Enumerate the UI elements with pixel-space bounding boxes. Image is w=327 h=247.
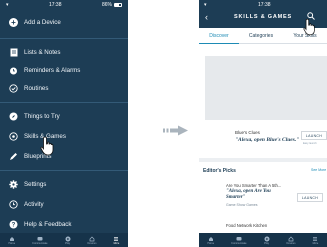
menu-item-add-device[interactable]: + Add a Device — [0, 14, 128, 30]
tab-discover[interactable]: Discover — [199, 28, 239, 44]
menu-item-activity[interactable]: Activity — [0, 196, 128, 212]
nav-label: Devices — [286, 242, 296, 245]
nav-label: Communicate — [32, 242, 48, 245]
bottom-nav-right: Home Communicate Play Devices More — [199, 233, 327, 247]
menu-item-blueprints[interactable]: Blueprints — [0, 148, 128, 164]
nav-devices[interactable]: Devices — [87, 236, 97, 245]
nav-communicate[interactable]: Communicate — [231, 236, 247, 245]
nav-label: Play — [264, 242, 269, 245]
transition-arrow-icon — [163, 123, 189, 141]
nav-play[interactable]: Play — [65, 236, 71, 245]
history-icon — [9, 199, 18, 209]
screenshot-stage: ▾ 17:38 86% + Add a Device Lists & Notes — [0, 0, 327, 247]
pick-skill-phrase: "Alexa, open Are You Smarter" — [226, 189, 271, 200]
pick-skill-publisher: Game Show Games — [226, 203, 258, 207]
battery-icon — [113, 3, 122, 7]
left-phone-menu-screen: ▾ 17:38 86% + Add a Device Lists & Notes — [0, 0, 128, 247]
nav-communicate[interactable]: Communicate — [32, 236, 48, 245]
menu-divider — [0, 170, 128, 171]
menu-item-label: Routines — [24, 84, 49, 92]
nav-more[interactable]: More — [113, 236, 119, 245]
nav-label: Play — [65, 242, 70, 245]
nav-more[interactable]: More — [312, 236, 318, 245]
pick-skill-name: Are You Smarter Than A 5th... — [226, 183, 282, 188]
location-pin-icon — [9, 131, 18, 141]
gear-icon — [9, 179, 18, 189]
nav-play[interactable]: Play — [264, 236, 270, 245]
nav-label: More — [312, 242, 319, 245]
launch-button[interactable]: LAUNCH — [301, 131, 327, 140]
pick-skill-name: Food Network Kitchen — [226, 223, 268, 228]
help-icon: ? — [9, 220, 18, 229]
status-bar-left: ▾ 17:38 86% — [0, 0, 128, 10]
menu-divider — [0, 102, 128, 103]
menu-item-label: Things to Try — [24, 112, 60, 120]
menu-item-label: Help & Feedback — [24, 220, 72, 228]
menu-item-label: Reminders & Alarms — [24, 66, 81, 74]
nav-label: Home — [8, 242, 16, 245]
featured-banner[interactable] — [205, 56, 327, 120]
menu-item-label: Add a Device — [24, 18, 61, 26]
launch-button[interactable]: LAUNCH — [297, 193, 323, 202]
section-separator — [199, 158, 327, 162]
pencil-icon — [9, 152, 18, 161]
pointing-hand-icon — [303, 18, 317, 41]
status-time: 17:38 — [258, 1, 271, 8]
nav-label: Devices — [87, 242, 97, 245]
tab-categories[interactable]: Categories — [239, 28, 283, 44]
bottom-nav-left: Home Communicate Play Devices More — [0, 233, 128, 247]
featured-skill-phrase: "Alexa, open Blue's Clues." — [235, 137, 300, 143]
notepad-icon — [9, 48, 18, 57]
editors-picks-title: Editor's Picks — [203, 168, 236, 174]
nav-label: More — [113, 242, 120, 245]
featured-skill-name: Blue's Clues — [235, 130, 260, 135]
nav-devices[interactable]: Devices — [286, 236, 296, 245]
alarm-clock-icon — [9, 66, 18, 75]
see-more-link[interactable]: See More — [311, 168, 326, 172]
nav-label: Communicate — [231, 242, 247, 245]
plus-circle-icon: + — [9, 17, 18, 27]
menu-item-reminders-alarms[interactable]: Reminders & Alarms — [0, 62, 128, 78]
menu-item-help-feedback[interactable]: ? Help & Feedback — [0, 216, 128, 232]
menu-divider — [0, 38, 128, 39]
right-phone-skills-screen: ▾ 17:38 ‹ SKILLS & GAMES Discover Catego… — [199, 0, 327, 247]
menu-item-skills-games[interactable]: Skills & Games — [0, 128, 128, 144]
svg-text:?: ? — [12, 222, 16, 228]
menu-item-settings[interactable]: Settings — [0, 176, 128, 192]
nav-label: Home — [207, 242, 215, 245]
nav-home[interactable]: Home — [207, 236, 214, 245]
menu-item-label: Lists & Notes — [24, 48, 61, 56]
menu-item-label: Settings — [24, 180, 47, 188]
menu-item-routines[interactable]: Routines — [0, 80, 128, 96]
check-circle-icon — [9, 83, 18, 93]
compass-icon — [9, 112, 18, 121]
status-bar-right: ▾ 17:38 — [199, 0, 327, 9]
status-signal-icon: ▾ — [204, 1, 207, 8]
status-signal-icon: ▾ — [6, 2, 9, 8]
status-time: 17:38 — [48, 2, 62, 8]
launch-note: Easy launch — [303, 142, 317, 145]
nav-home[interactable]: Home — [8, 236, 15, 245]
status-battery-text: 86% — [101, 2, 112, 8]
menu-item-things-to-try[interactable]: Things to Try — [0, 108, 128, 124]
menu-item-lists-notes[interactable]: Lists & Notes — [0, 44, 128, 60]
pointing-hand-icon — [40, 136, 56, 161]
menu-item-label: Activity — [24, 200, 44, 208]
